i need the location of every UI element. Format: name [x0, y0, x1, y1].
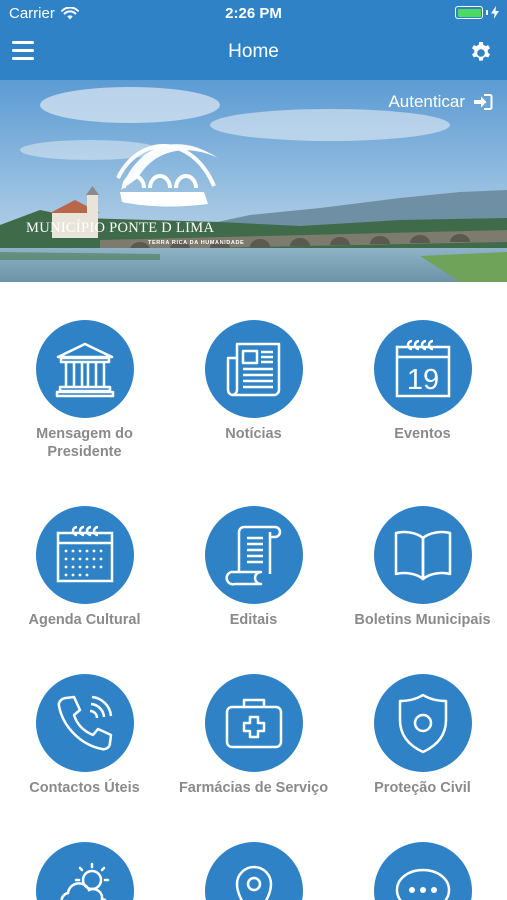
menu-item-label: Boletins Municipais: [354, 612, 491, 628]
gear-icon[interactable]: [469, 40, 493, 64]
menu-item-circle: [205, 842, 303, 900]
logo-arches-icon: [116, 144, 218, 207]
menu-item-circle: 19: [374, 320, 472, 418]
menu-item-circle: [36, 320, 134, 418]
scroll-icon: [225, 525, 282, 586]
battery-fill: [457, 8, 481, 17]
menu-item-circle: [374, 506, 472, 604]
menu-item-label: Agenda Cultural: [28, 612, 141, 628]
menu-item-label: Farmácias de Serviço: [178, 780, 329, 796]
charging-bolt-icon: [491, 6, 499, 19]
logo-tagline: TERRA RICA DA HUMANIDADE: [148, 240, 245, 246]
first-aid-kit-icon: [225, 698, 283, 749]
municipality-logo: MUNICÍPIO PONTE D LIMA TERRA RICA DA HUM…: [26, 128, 244, 248]
calendar-19-icon: 19: [395, 339, 451, 398]
open-book-icon: [394, 530, 452, 581]
menu-item-circle: [205, 506, 303, 604]
map-pin-icon: [235, 865, 273, 900]
menu-item-circle: [205, 320, 303, 418]
page-title: Home: [228, 41, 279, 62]
login-label: Autenticar: [388, 92, 465, 111]
menu-item-label: Proteção Civil: [374, 780, 471, 796]
menu-item-circle: [205, 674, 303, 772]
menu-item-circle: [374, 674, 472, 772]
phone-icon: [57, 695, 113, 751]
newspaper-icon: [226, 342, 281, 397]
navigation-bar: Home: [0, 28, 507, 80]
calendar-grid-icon: [56, 525, 114, 583]
menu-item-circle: [36, 842, 134, 900]
weather-icon: [60, 862, 110, 900]
menu-item-circle: [36, 506, 134, 604]
hero-banner: Autenticar MUNICÍPIO PONTE D LIMA TERRA …: [0, 80, 507, 282]
login-button[interactable]: Autenticar: [388, 92, 493, 112]
shield-icon: [398, 693, 448, 754]
menu-item-circle: [36, 674, 134, 772]
menu-item-label: Notícias: [225, 426, 282, 442]
calendar-day-number: 19: [407, 364, 439, 396]
menu-item-circle: [374, 842, 472, 900]
menu-item-label: Contactos Úteis: [29, 780, 140, 796]
menu-item-label: Mensagem do Presidente: [36, 426, 133, 460]
institution-icon: [55, 342, 115, 398]
menu-item-label: Eventos: [394, 426, 451, 442]
status-time: 2:26 PM: [225, 5, 282, 22]
top-bar: Carrier 2:26 PM Home: [0, 0, 507, 80]
status-bar: Carrier 2:26 PM: [0, 0, 507, 28]
sign-in-icon: [474, 94, 493, 110]
menu-item-label: Editais: [229, 612, 278, 628]
chat-bubble-icon: [395, 868, 451, 900]
logo-wordmark: MUNICÍPIO PONTE D LIMA: [26, 220, 215, 236]
battery-icon: [455, 6, 499, 19]
